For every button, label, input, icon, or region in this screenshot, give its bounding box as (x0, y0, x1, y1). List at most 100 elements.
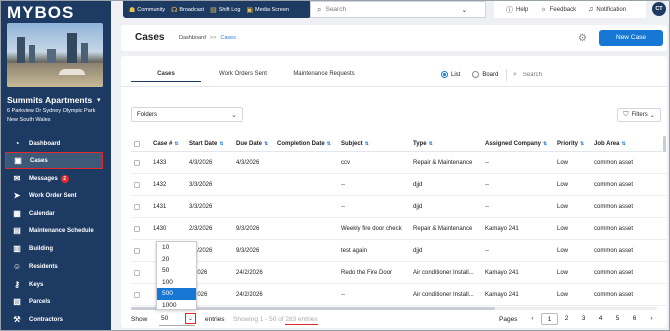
table-cell: ccv (341, 159, 350, 166)
tab-maintenance-requests[interactable]: Maintenance Requests (285, 68, 363, 82)
table-row[interactable]: 2/2026 24/2/2026 Redo the Fire Door Air con… (131, 262, 667, 284)
sidebar-item-calendar[interactable]: ▦ Calendar (5, 205, 103, 222)
list-radio[interactable] (441, 71, 448, 78)
table-row[interactable]: 1430 2/3/2026 9/3/2026 Weekly fire door che… (131, 218, 667, 240)
sort-icon[interactable]: ⇅ (174, 141, 178, 147)
page-5-button[interactable]: 5 (609, 313, 626, 325)
sidebar-item-parcels[interactable]: ▧ Parcels (5, 293, 103, 310)
column-header[interactable]: Due Date ⇅ (236, 136, 268, 151)
page-4-button[interactable]: 4 (592, 313, 609, 325)
sidebar-item-dashboard[interactable]: ◔ Dashboard (5, 135, 103, 152)
page-size-option[interactable]: 100 (157, 277, 196, 289)
row-checkbox[interactable] (134, 247, 140, 254)
page-6-button[interactable]: 6 (626, 313, 643, 325)
chevron-down-icon[interactable]: ⌄ (185, 313, 196, 324)
page-2-button[interactable]: 2 (558, 313, 575, 325)
quicklink-community[interactable]: ☗ Community (129, 6, 165, 14)
table-row[interactable]: 1433 4/3/2026 4/3/2026 ccv Repair & Maintena… (131, 152, 667, 174)
column-header[interactable]: Assigned Company ⇅ (485, 136, 547, 151)
global-search-input[interactable] (325, 6, 456, 13)
sort-icon[interactable]: ⇅ (621, 141, 625, 147)
quicklink-broadcast[interactable]: ☊ Broadcast (171, 6, 204, 14)
column-header[interactable]: Type ⇅ (413, 136, 433, 151)
view-list-option[interactable]: List (441, 71, 460, 78)
table-cell: Kamayo 241 (485, 225, 519, 232)
vertical-scrollbar[interactable] (663, 136, 666, 152)
sort-icon[interactable]: ⇅ (365, 141, 369, 147)
sidebar-item-work-order-sent[interactable]: ➤ Work Order Sent (5, 187, 103, 204)
logo: MYBOS (7, 3, 75, 22)
chevron-down-icon[interactable]: ⌄ (461, 6, 467, 14)
row-checkbox[interactable] (134, 225, 140, 232)
prev-page-icon[interactable]: ‹ (524, 313, 541, 325)
sidebar-item-label: Messages (29, 175, 58, 182)
row-checkbox[interactable] (134, 181, 140, 188)
gear-icon[interactable]: ⚙ (578, 33, 587, 44)
column-header[interactable]: Priority ⇅ (557, 136, 584, 151)
tab-work-orders-sent[interactable]: Work Orders Sent (201, 68, 285, 82)
table-footer: Show 50 ⌄ entries Showing 1 - 50 of 283 … (131, 312, 667, 328)
page-size-option[interactable]: 10 (157, 242, 196, 254)
breadcrumb-dashboard[interactable]: Dashboard (179, 35, 206, 41)
cases-search[interactable]: ⌕ (506, 69, 661, 81)
sidebar-item-label: Calendar (29, 210, 55, 217)
column-header[interactable]: Case # ⇅ (153, 136, 179, 151)
site-name[interactable]: Summits Apartments (7, 95, 92, 105)
site-caret-icon[interactable]: ▾ (97, 96, 101, 104)
sidebar-item-label: Building (29, 245, 53, 252)
sort-icon[interactable]: ⇅ (327, 141, 331, 147)
column-header-label: Completion Date (277, 140, 325, 147)
tab-cases[interactable]: Cases (131, 68, 201, 82)
page-size-option[interactable]: 50 (157, 265, 196, 277)
row-checkbox[interactable] (134, 269, 140, 276)
table-row[interactable]: 2/3/2026 9/3/2026 test again djjd -- Low commo… (131, 240, 667, 262)
page-1-button[interactable]: 1 (541, 313, 558, 325)
sidebar-item-contractors[interactable]: ⚒ Contractors (5, 311, 103, 328)
row-checkbox[interactable] (134, 159, 140, 166)
new-case-button[interactable]: New Case (599, 30, 663, 46)
table-cell: Repair & Maintenance (413, 225, 473, 232)
sidebar-item-maintenance-schedule[interactable]: ▤ Maintenance Schedule (5, 222, 103, 239)
sidebar-item-cases[interactable]: ▣ Cases (5, 152, 103, 169)
next-page-icon[interactable]: › (643, 313, 660, 325)
row-checkbox[interactable] (134, 291, 140, 298)
sidebar-item-messages[interactable]: ✉ Messages 2 (5, 170, 103, 187)
breadcrumb-current[interactable]: Cases (220, 35, 236, 41)
table-row[interactable]: 2/2026 24/2/2026 -- Air conditioner Install… (131, 284, 667, 306)
column-header[interactable]: Completion Date ⇅ (277, 136, 331, 151)
global-search[interactable]: ⌕ ⌄ (310, 1, 486, 18)
notification-link[interactable]: ♫ Notification (588, 6, 626, 13)
folders-select[interactable]: Folders ⌄ (131, 107, 243, 122)
table-cell: 4/3/2026 (236, 159, 260, 166)
page-3-button[interactable]: 3 (575, 313, 592, 325)
page-size-option[interactable]: 1000 (157, 300, 196, 312)
column-header[interactable]: Job Area ⇅ (594, 136, 626, 151)
board-radio[interactable] (472, 71, 480, 78)
quicklink-shift-log[interactable]: ▤ Shift Log (210, 6, 240, 14)
view-board-option[interactable]: Board (472, 71, 498, 78)
column-header[interactable]: Subject ⇅ (341, 136, 369, 151)
sort-icon[interactable]: ⇅ (429, 141, 433, 147)
sidebar-item-building[interactable]: ▥ Building (5, 240, 103, 257)
column-header[interactable]: Start Date ⇅ (189, 136, 224, 151)
sort-icon[interactable]: ⇅ (264, 141, 268, 147)
help-link[interactable]: ⓘ Help (506, 5, 528, 15)
table-row[interactable]: 1431 3/3/2026 -- djjd -- Low common asset (131, 196, 667, 218)
sidebar-item-residents[interactable]: ☺ Residents (5, 258, 103, 275)
sort-icon[interactable]: ⇅ (580, 141, 584, 147)
breadcrumb-separator: >> (209, 35, 217, 41)
row-checkbox[interactable] (134, 203, 140, 210)
quicklink-media-screen[interactable]: ▣ Media Screen (246, 6, 289, 14)
table-row[interactable]: 1432 3/3/2026 -- djjd -- Low common asset (131, 174, 667, 196)
page-size-option[interactable]: 500 (157, 288, 196, 300)
feedback-link[interactable]: ☼ Feedback (540, 6, 576, 13)
sidebar-item-keys[interactable]: ⚷ Keys (5, 276, 103, 293)
filters-button[interactable]: ⛉ Filters ⌄ (617, 108, 661, 122)
page-size-option[interactable]: 20 (157, 254, 196, 266)
sort-icon[interactable]: ⇅ (219, 141, 223, 147)
avatar[interactable]: CT (652, 2, 666, 16)
sort-icon[interactable]: ⇅ (543, 141, 547, 147)
cases-search-input[interactable] (522, 72, 643, 78)
select-all-checkbox[interactable] (134, 140, 140, 147)
board-label: Board (482, 71, 499, 78)
